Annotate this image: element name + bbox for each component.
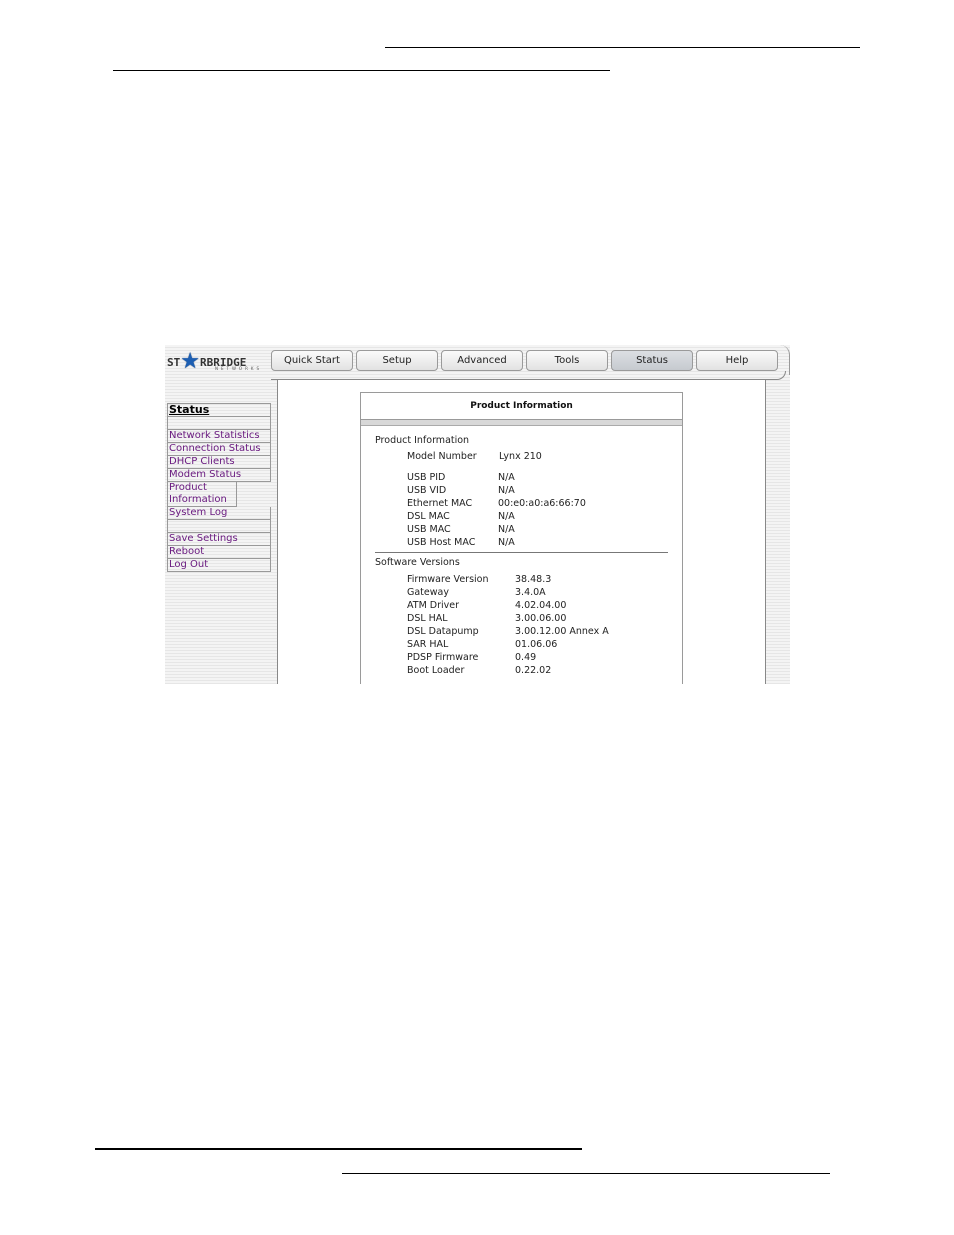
tab-tools[interactable]: Tools xyxy=(526,350,608,371)
sidebar-heading: Status xyxy=(167,403,271,417)
version-row: DSL HAL 3.00.06.00 xyxy=(361,612,682,625)
version-value: 3.00.12.00 Annex A xyxy=(515,626,609,637)
version-label: Gateway xyxy=(407,587,449,598)
sidebar-item-reboot[interactable]: Reboot xyxy=(167,546,271,559)
sidebar-item-network-statistics[interactable]: Network Statistics xyxy=(167,430,271,443)
sidebar-spacer xyxy=(167,520,271,533)
info-value: N/A xyxy=(498,524,515,535)
sidebar-item-system-log[interactable]: System Log xyxy=(167,507,271,520)
footer-rule-top xyxy=(95,1148,582,1150)
panel-title-bar xyxy=(361,420,682,426)
version-row: ATM Driver 4.02.04.00 xyxy=(361,599,682,612)
panel-title: Product Information xyxy=(361,393,682,420)
header-rule-bottom xyxy=(113,70,610,71)
version-row: SAR HAL 01.06.06 xyxy=(361,638,682,651)
info-row: DSL MAC N/A xyxy=(361,510,682,523)
version-row: PDSP Firmware 0.49 xyxy=(361,651,682,664)
info-value: N/A xyxy=(498,472,515,483)
sidebar-item-connection-status[interactable]: Connection Status xyxy=(167,443,271,456)
status-sidebar: Status Network Statistics Connection Sta… xyxy=(167,403,271,572)
version-value: 0.22.02 xyxy=(515,665,552,676)
info-row: USB Host MAC N/A xyxy=(361,536,682,549)
version-row: DSL Datapump 3.00.12.00 Annex A xyxy=(361,625,682,638)
info-label: USB Host MAC xyxy=(407,537,476,548)
info-label: USB VID xyxy=(407,485,447,496)
header-rule-top xyxy=(385,47,860,48)
info-label: USB PID xyxy=(407,472,446,483)
version-label: SAR HAL xyxy=(407,639,449,650)
version-label: DSL HAL xyxy=(407,613,448,624)
tab-quick-start[interactable]: Quick Start xyxy=(271,350,353,371)
logo-text-left: ST xyxy=(167,355,181,369)
info-row-model-number: Model Number Lynx 210 xyxy=(361,450,682,463)
sidebar-item-dhcp-clients[interactable]: DHCP Clients xyxy=(167,456,271,469)
version-value: 4.02.04.00 xyxy=(515,600,567,611)
version-label: DSL Datapump xyxy=(407,626,479,637)
starbridge-logo: ST ★ RBRIDGE NETWORKS xyxy=(167,349,269,375)
info-row: Ethernet MAC 00:e0:a0:a6:66:70 xyxy=(361,497,682,510)
version-value: 01.06.06 xyxy=(515,639,558,650)
sidebar-item-modem-status[interactable]: Modem Status xyxy=(167,469,271,482)
info-label: Ethernet MAC xyxy=(407,498,473,509)
info-value: Lynx 210 xyxy=(499,451,542,462)
section-divider xyxy=(375,552,668,553)
info-value: 00:e0:a0:a6:66:70 xyxy=(498,498,586,509)
info-value: N/A xyxy=(498,485,515,496)
version-value: 3.00.06.00 xyxy=(515,613,567,624)
tab-advanced[interactable]: Advanced xyxy=(441,350,523,371)
main-tab-bar: Quick Start Setup Advanced Tools Status … xyxy=(271,350,781,373)
version-row: Firmware Version 38.48.3 xyxy=(361,573,682,586)
tab-status[interactable]: Status xyxy=(611,350,693,371)
sidebar-item-log-out[interactable]: Log Out xyxy=(167,559,271,572)
tab-setup[interactable]: Setup xyxy=(356,350,438,371)
version-label: ATM Driver xyxy=(407,600,460,611)
logo-subtext: NETWORKS xyxy=(215,366,263,371)
version-label: Firmware Version xyxy=(407,574,489,585)
star-icon: ★ xyxy=(180,349,200,374)
info-label: USB MAC xyxy=(407,524,451,535)
tab-help[interactable]: Help xyxy=(696,350,778,371)
sidebar-item-save-settings[interactable]: Save Settings xyxy=(167,533,271,546)
info-label: DSL MAC xyxy=(407,511,450,522)
section-product-information: Product Information xyxy=(375,435,470,446)
sidebar-spacer xyxy=(167,417,271,430)
version-value: 0.49 xyxy=(515,652,537,663)
version-value: 3.4.0A xyxy=(515,587,546,598)
product-information-panel: Product Information Product Information … xyxy=(360,392,683,684)
sidebar-item-product-information[interactable]: Product Information xyxy=(167,482,237,507)
version-label: Boot Loader xyxy=(407,665,465,676)
version-value: 38.48.3 xyxy=(515,574,552,585)
info-row: USB VID N/A xyxy=(361,484,682,497)
info-value: N/A xyxy=(498,537,515,548)
router-admin-screenshot: ST ★ RBRIDGE NETWORKS Quick Start Setup … xyxy=(165,345,790,684)
info-row: USB MAC N/A xyxy=(361,523,682,536)
version-row: Gateway 3.4.0A xyxy=(361,586,682,599)
info-value: N/A xyxy=(498,511,515,522)
section-software-versions: Software Versions xyxy=(375,557,460,568)
info-label: Model Number xyxy=(407,451,477,462)
footer-rule-bottom xyxy=(342,1173,830,1174)
version-label: PDSP Firmware xyxy=(407,652,479,663)
version-row: Boot Loader 0.22.02 xyxy=(361,664,682,677)
info-row: USB PID N/A xyxy=(361,471,682,484)
